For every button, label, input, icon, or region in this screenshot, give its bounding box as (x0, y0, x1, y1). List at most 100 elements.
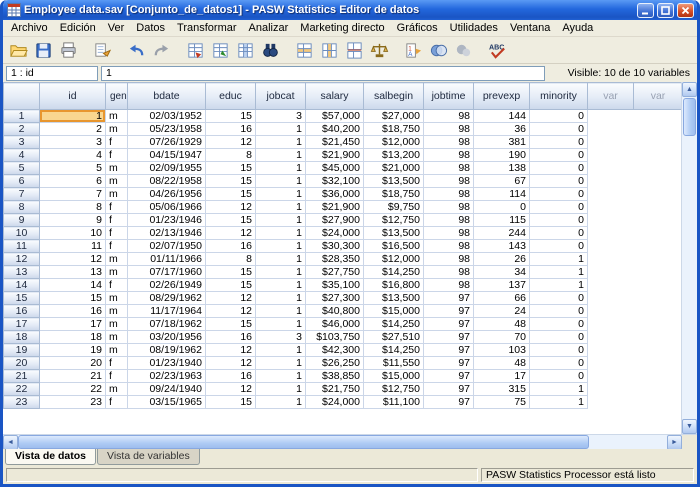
cell[interactable]: 1 (256, 357, 306, 370)
cell[interactable]: $28,350 (306, 253, 364, 266)
cell[interactable]: 190 (474, 149, 530, 162)
cell[interactable]: 8 (206, 253, 256, 266)
menu-edicion[interactable]: Edición (54, 21, 102, 35)
split-file-icon[interactable] (342, 38, 367, 62)
cell[interactable]: 0 (530, 201, 588, 214)
cell[interactable]: 0 (530, 331, 588, 344)
cell[interactable]: $13,500 (364, 227, 424, 240)
scroll-up-button[interactable]: ▲ (682, 82, 697, 97)
cell[interactable]: m (106, 292, 128, 305)
cell[interactable] (588, 188, 634, 201)
variables-icon[interactable] (233, 38, 258, 62)
cell[interactable]: 0 (530, 162, 588, 175)
cell[interactable]: 98 (424, 253, 474, 266)
goto-variable-icon[interactable] (208, 38, 233, 62)
cell[interactable] (588, 383, 634, 396)
cell[interactable]: 0 (530, 305, 588, 318)
column-header-salbegin[interactable]: salbegin (364, 83, 424, 110)
cell[interactable]: 07/18/1962 (128, 318, 206, 331)
cell[interactable]: 12 (40, 253, 106, 266)
menu-graficos[interactable]: Gráficos (391, 21, 444, 35)
scroll-down-button[interactable]: ▼ (682, 419, 697, 434)
cell[interactable]: 15 (206, 162, 256, 175)
cell[interactable]: $30,300 (306, 240, 364, 253)
menu-utilidades[interactable]: Utilidades (444, 21, 504, 35)
select-all-corner[interactable] (4, 83, 40, 110)
cell[interactable] (588, 201, 634, 214)
cell[interactable]: 1 (256, 279, 306, 292)
cell[interactable]: 1 (256, 188, 306, 201)
cell[interactable]: 4 (40, 149, 106, 162)
cell[interactable]: 1 (530, 279, 588, 292)
cell[interactable]: 16 (40, 305, 106, 318)
cell[interactable]: 03/20/1956 (128, 331, 206, 344)
cell[interactable]: 1 (530, 383, 588, 396)
cell[interactable]: 02/23/1963 (128, 370, 206, 383)
cell[interactable]: 1 (256, 123, 306, 136)
cell[interactable]: f (106, 214, 128, 227)
cell[interactable]: 02/03/1952 (128, 110, 206, 123)
row-number[interactable]: 21 (4, 370, 40, 383)
row-number[interactable]: 11 (4, 240, 40, 253)
insert-variable-icon[interactable] (317, 38, 342, 62)
cell[interactable]: 315 (474, 383, 530, 396)
column-header-jobtime[interactable]: jobtime (424, 83, 474, 110)
cell[interactable]: $27,750 (306, 266, 364, 279)
cell[interactable] (588, 396, 634, 409)
cell[interactable]: 34 (474, 266, 530, 279)
cell[interactable]: f (106, 227, 128, 240)
cell[interactable]: 48 (474, 357, 530, 370)
cell[interactable]: $103,750 (306, 331, 364, 344)
cell[interactable]: 20 (40, 357, 106, 370)
cell[interactable]: 12 (206, 357, 256, 370)
cell[interactable]: $21,450 (306, 136, 364, 149)
cell[interactable]: 15 (206, 175, 256, 188)
cell[interactable]: 1 (256, 201, 306, 214)
cell[interactable] (588, 318, 634, 331)
cell[interactable]: $12,750 (364, 383, 424, 396)
column-header-jobcat[interactable]: jobcat (256, 83, 306, 110)
cell[interactable] (634, 279, 682, 292)
cell[interactable]: 14 (40, 279, 106, 292)
find-icon[interactable] (258, 38, 283, 62)
cell[interactable]: 1 (256, 383, 306, 396)
cell[interactable]: 15 (206, 110, 256, 123)
cell[interactable]: 98 (424, 162, 474, 175)
cell[interactable]: 1 (256, 266, 306, 279)
cell[interactable]: $9,750 (364, 201, 424, 214)
cell[interactable] (634, 318, 682, 331)
cell[interactable]: $21,750 (306, 383, 364, 396)
redo-icon[interactable] (149, 38, 174, 62)
row-number[interactable]: 15 (4, 292, 40, 305)
cell[interactable]: m (106, 110, 128, 123)
close-button[interactable] (677, 3, 694, 18)
cell[interactable]: 381 (474, 136, 530, 149)
cell[interactable]: m (106, 123, 128, 136)
cell[interactable]: 1 (256, 396, 306, 409)
cell[interactable]: 97 (424, 357, 474, 370)
column-header-var-12[interactable]: var (634, 83, 682, 110)
column-header-educ[interactable]: educ (206, 83, 256, 110)
row-number[interactable]: 13 (4, 266, 40, 279)
cell[interactable]: $40,200 (306, 123, 364, 136)
cell[interactable]: f (106, 149, 128, 162)
cell[interactable]: $21,900 (306, 201, 364, 214)
cell[interactable]: 0 (530, 188, 588, 201)
cell[interactable]: 98 (424, 240, 474, 253)
horizontal-scroll-track[interactable] (18, 435, 667, 449)
row-number[interactable]: 12 (4, 253, 40, 266)
cell[interactable]: 2 (40, 123, 106, 136)
cell[interactable]: 16 (206, 331, 256, 344)
cell[interactable]: 08/29/1962 (128, 292, 206, 305)
cell[interactable] (634, 201, 682, 214)
cell[interactable]: 97 (424, 305, 474, 318)
row-number[interactable]: 2 (4, 123, 40, 136)
cell[interactable]: 13 (40, 266, 106, 279)
scroll-right-button[interactable]: ► (667, 435, 682, 450)
cell[interactable]: 6 (40, 175, 106, 188)
cell[interactable]: 04/26/1956 (128, 188, 206, 201)
cell[interactable]: 0 (530, 344, 588, 357)
cell[interactable] (634, 305, 682, 318)
cell[interactable]: 11 (40, 240, 106, 253)
cell[interactable]: 137 (474, 279, 530, 292)
